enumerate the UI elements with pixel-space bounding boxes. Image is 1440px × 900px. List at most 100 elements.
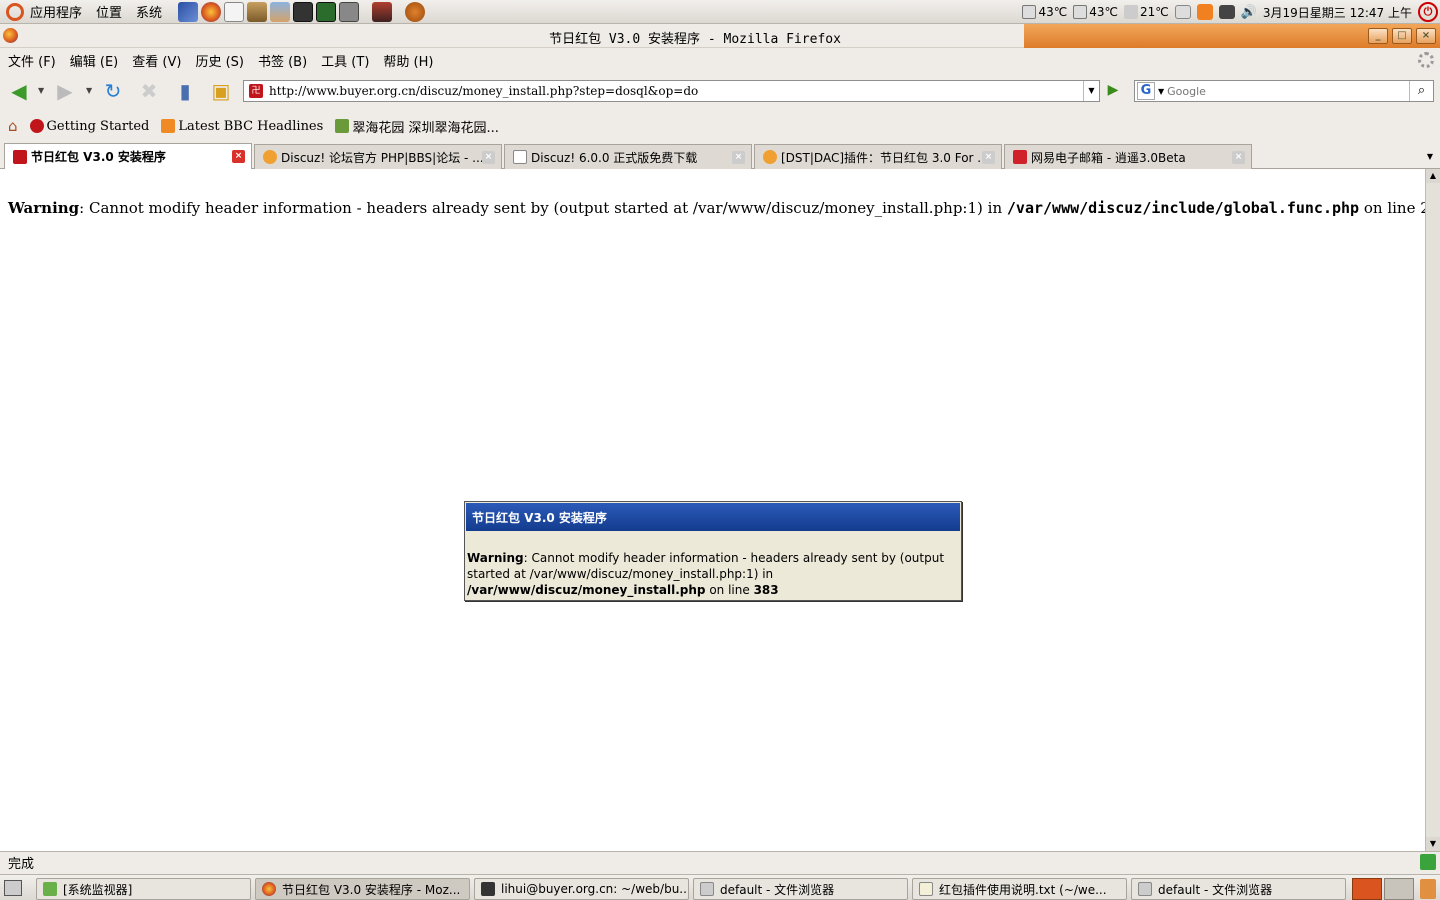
printer-icon[interactable] — [1174, 5, 1191, 19]
scroll-down-icon[interactable]: ▼ — [1426, 837, 1440, 851]
warning-path: /var/www/discuz/include/global.func.php — [1006, 199, 1360, 217]
clock[interactable]: 3月19日星期三 12:47 上午 — [1263, 4, 1412, 21]
power-icon[interactable]: ⏻ — [1418, 2, 1438, 22]
workspace-switcher[interactable] — [1352, 878, 1382, 900]
terminal-icon — [481, 882, 495, 896]
back-history-dropdown[interactable]: ▼ — [38, 86, 44, 95]
tab-list-dropdown[interactable]: ▼ — [1422, 147, 1438, 167]
dialog-line-prefix: on line — [705, 583, 754, 597]
launcher-gimp-icon[interactable] — [270, 1, 291, 22]
bookmark-bbc-headlines[interactable]: Latest BBC Headlines — [161, 119, 323, 134]
discuz-favicon-icon — [13, 149, 27, 164]
taskbar-item-text-editor[interactable]: 红包插件使用说明.txt (~/we... — [912, 878, 1127, 900]
rss-feed-icon — [161, 119, 176, 133]
menu-history[interactable]: 历史 (S) — [195, 51, 244, 70]
dialog-message: Warning: Cannot modify header informatio… — [465, 532, 961, 598]
panel-menu-system[interactable]: 系统 — [136, 2, 162, 21]
url-bar[interactable]: 卍 http://www.buyer.org.cn/discuz/money_i… — [243, 80, 1100, 102]
warning-text: : Cannot modify header information - hea… — [79, 199, 1007, 217]
launcher-camera-icon[interactable] — [339, 1, 360, 22]
scroll-up-icon[interactable]: ▲ — [1426, 169, 1440, 183]
launcher-bird-icon[interactable] — [178, 1, 199, 22]
forward-history-dropdown[interactable]: ▼ — [86, 86, 92, 95]
dialog-warning-label: Warning — [467, 551, 524, 565]
url-dropdown-icon[interactable]: ▼ — [1083, 81, 1099, 101]
taskbar-item-firefox[interactable]: 节日红包 V3.0 安装程序 - Moz... — [255, 878, 470, 900]
google-engine-icon[interactable]: G — [1137, 82, 1155, 100]
menu-bar: 文件 (F) 编辑 (E) 查看 (V) 历史 (S) 书签 (B) 工具 (T… — [0, 48, 1440, 72]
volume-icon[interactable]: 🔊 — [1241, 5, 1257, 20]
network-icon[interactable] — [1218, 5, 1235, 19]
taskbar-item-file-browser-2[interactable]: default - 文件浏览器 — [1131, 878, 1346, 900]
minimize-button[interactable]: _ — [1368, 28, 1388, 44]
tab-5[interactable]: 网易电子邮箱 - 逍遥3.0Beta × — [1004, 144, 1252, 169]
tab-4[interactable]: [DST|DAC]插件：节日红包 3.0 For ... × — [754, 144, 1002, 169]
launcher-coffee-icon[interactable] — [405, 1, 426, 22]
close-window-button[interactable]: × — [1416, 28, 1436, 44]
menu-edit[interactable]: 编辑 (E) — [70, 51, 119, 70]
show-desktop-icon[interactable] — [4, 880, 22, 896]
search-input[interactable] — [1167, 84, 1398, 98]
engine-dropdown-icon[interactable]: ▼ — [1158, 87, 1164, 96]
menu-file[interactable]: 文件 (F) — [8, 51, 56, 70]
bookmarks-sidebar-button[interactable]: ▮ — [172, 79, 198, 103]
dialog-title: 节日红包 V3.0 安装程序 — [465, 502, 961, 532]
panel-menu-places[interactable]: 位置 — [96, 2, 122, 21]
vertical-scrollbar[interactable]: ▲ ▼ — [1425, 169, 1440, 851]
menu-view[interactable]: 查看 (V) — [132, 51, 181, 70]
search-bar[interactable]: G ▼ ⌕ — [1134, 80, 1434, 102]
ubuntu-logo-icon[interactable] — [6, 2, 24, 21]
page-icon — [513, 150, 527, 164]
throbber-icon — [1418, 52, 1434, 68]
launcher-monitor-icon[interactable] — [316, 1, 337, 22]
tab-close-icon[interactable]: × — [982, 151, 995, 164]
tab-close-icon[interactable]: × — [1232, 151, 1245, 164]
tab-close-icon[interactable]: × — [732, 151, 745, 164]
tab-close-icon[interactable]: × — [482, 151, 495, 164]
forward-button[interactable]: ▶ — [52, 79, 78, 103]
folder-button[interactable]: ▣ — [208, 79, 234, 103]
status-icon[interactable] — [1420, 854, 1436, 870]
back-button[interactable]: ◀ — [6, 79, 32, 103]
discuz-favicon-icon — [263, 150, 277, 164]
go-button[interactable]: ▶ — [1103, 82, 1123, 100]
php-warning: Warning: Cannot modify header informatio… — [8, 199, 1440, 217]
dialog-warning-text: : Cannot modify header information - hea… — [467, 551, 945, 581]
menu-help[interactable]: 帮助 (H) — [383, 51, 433, 70]
tab-close-icon[interactable]: × — [232, 150, 245, 163]
status-bar: 完成 — [0, 851, 1440, 873]
tab-1[interactable]: 节日红包 V3.0 安装程序 × — [4, 143, 252, 169]
launcher-screen-icon[interactable] — [372, 1, 393, 22]
maximize-button[interactable]: □ — [1392, 28, 1412, 44]
warning-label: Warning — [8, 199, 80, 217]
panel-menu-applications[interactable]: 应用程序 — [30, 2, 82, 21]
warning-line-prefix: on line — [1359, 199, 1421, 217]
bookmark-cuihai-garden[interactable]: 翠海花园 深圳翠海花园... — [335, 117, 499, 136]
taskbar-item-system-monitor[interactable]: [系统监视器] — [36, 878, 251, 900]
url-text[interactable]: http://www.buyer.org.cn/discuz/money_ins… — [269, 84, 698, 98]
launcher-terminal-icon[interactable] — [293, 1, 314, 22]
getting-started-icon — [29, 119, 44, 133]
workspace-switcher-2[interactable] — [1384, 878, 1414, 900]
bookmark-getting-started[interactable]: Getting Started — [29, 119, 149, 134]
firefox-icon — [262, 882, 276, 896]
trash-icon[interactable] — [1420, 879, 1436, 899]
menu-bookmarks[interactable]: 书签 (B) — [258, 51, 307, 70]
tab-2[interactable]: Discuz! 论坛官方 PHP|BBS|论坛 - ... × — [254, 144, 502, 169]
status-text: 完成 — [8, 857, 35, 872]
taskbar-item-file-browser-1[interactable]: default - 文件浏览器 — [693, 878, 908, 900]
taskbar-item-terminal[interactable]: lihui@buyer.org.cn: ~/web/bu... — [474, 878, 689, 900]
tab-3[interactable]: Discuz! 6.0.0 正式版免费下载 × — [504, 144, 752, 169]
launcher-tools-icon[interactable] — [247, 1, 268, 22]
reload-button[interactable]: ↻ — [100, 79, 126, 103]
stop-button[interactable]: ✖ — [136, 79, 162, 103]
launcher-mail-icon[interactable] — [224, 1, 245, 22]
text-editor-icon — [919, 882, 933, 896]
home-icon[interactable]: ⌂ — [8, 117, 18, 135]
launcher-firefox-icon[interactable] — [201, 1, 222, 22]
search-icon[interactable]: ⌕ — [1409, 81, 1433, 101]
update-notifier-icon[interactable] — [1196, 4, 1213, 20]
menu-tools[interactable]: 工具 (T) — [321, 51, 369, 70]
window-titlebar: 节日红包 V3.0 安装程序 - Mozilla Firefox _ □ × — [0, 24, 1440, 48]
site-favicon-icon: 卍 — [249, 84, 263, 98]
